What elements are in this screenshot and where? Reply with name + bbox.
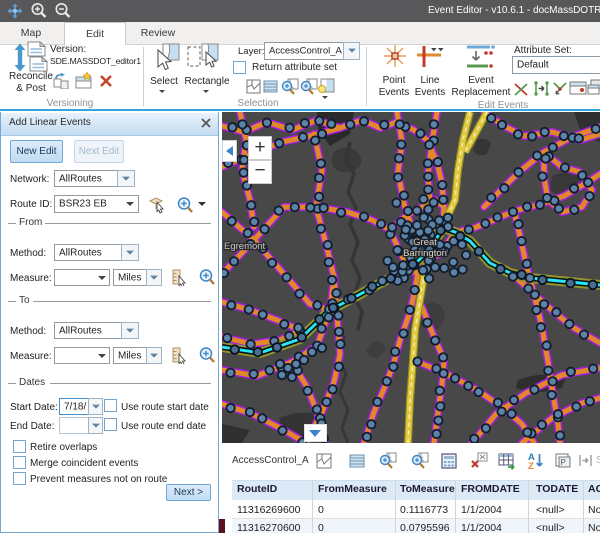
svg-text:Barrington: Barrington <box>403 248 447 259</box>
svg-text:P: P <box>561 458 566 467</box>
svg-text:Great: Great <box>413 237 437 248</box>
svg-text:Egremont: Egremont <box>224 241 266 252</box>
svg-text:Z: Z <box>528 461 534 470</box>
